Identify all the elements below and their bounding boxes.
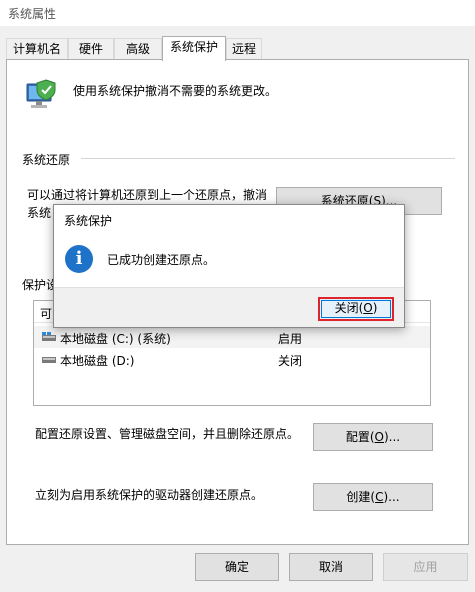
title-bar: 系统属性	[0, 0, 475, 26]
system-drive-icon	[42, 332, 56, 341]
drive-row-c[interactable]: 本地磁盘 (C:) (系统) 启用	[34, 326, 430, 348]
restore-group-label: 系统还原	[22, 153, 71, 167]
configure-description: 配置还原设置、管理磁盘空间，并且删除还原点。	[35, 427, 300, 441]
tab-advanced[interactable]: 高级	[114, 38, 162, 60]
tab-remote[interactable]: 远程	[226, 38, 262, 60]
intro-text: 使用系统保护撤消不需要的系统更改。	[73, 84, 278, 98]
info-icon: i	[65, 245, 93, 273]
dialog-message: 已成功创建还原点。	[107, 253, 216, 267]
group-divider	[81, 158, 455, 159]
close-button[interactable]: 关闭(O)	[318, 297, 394, 321]
tab-system-protection[interactable]: 系统保护	[162, 36, 226, 61]
create-description: 立刻为启用系统保护的驱动器创建还原点。	[35, 488, 264, 502]
tab-hardware[interactable]: 硬件	[68, 38, 114, 60]
drive-state: 启用	[278, 332, 303, 346]
success-dialog: 系统保护 i 已成功创建还原点。 关闭(O)	[53, 204, 405, 328]
tab-strip: 计算机名 硬件 高级 系统保护 远程	[6, 36, 469, 61]
list-header-drives[interactable]: 可	[40, 305, 52, 322]
apply-button[interactable]: 应用	[383, 553, 468, 581]
drive-name: 本地磁盘 (D:)	[60, 354, 135, 368]
drive-name: 本地磁盘 (C:) (系统)	[60, 332, 171, 346]
ok-button[interactable]: 确定	[195, 553, 279, 581]
drive-state: 关闭	[278, 354, 303, 368]
dialog-footer: 关闭(O)	[54, 287, 404, 327]
tab-computer-name[interactable]: 计算机名	[6, 38, 68, 60]
configure-button[interactable]: 配置(O)...	[313, 423, 433, 451]
drive-row-d[interactable]: 本地磁盘 (D:) 关闭	[34, 348, 430, 370]
cancel-button[interactable]: 取消	[289, 553, 373, 581]
drive-icon	[42, 357, 56, 363]
create-button[interactable]: 创建(C)...	[313, 483, 433, 511]
dialog-title: 系统保护	[64, 214, 113, 228]
window-title: 系统属性	[8, 7, 57, 21]
computer-shield-icon	[26, 79, 56, 108]
